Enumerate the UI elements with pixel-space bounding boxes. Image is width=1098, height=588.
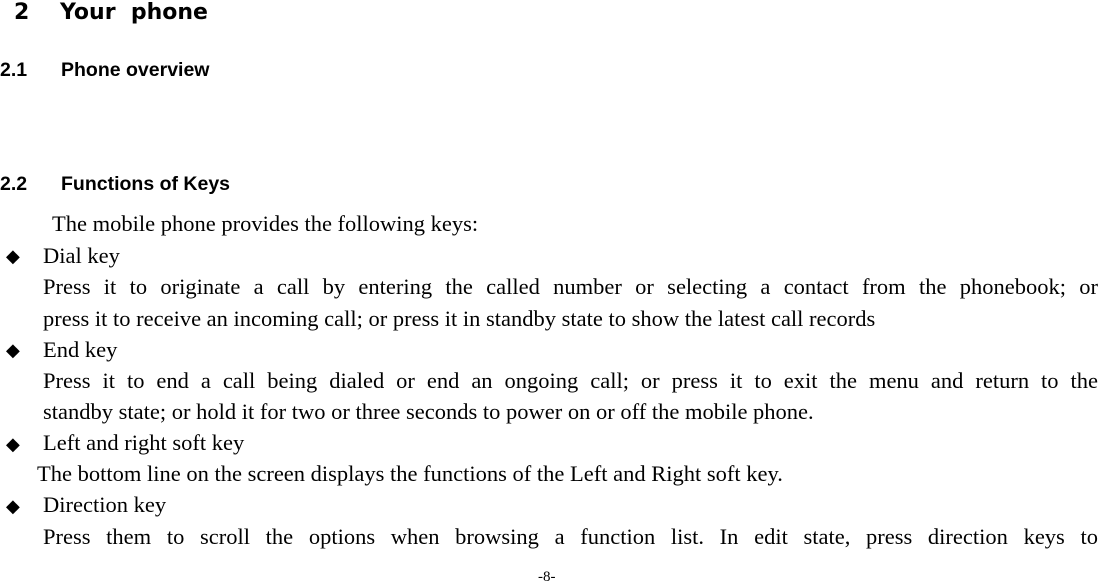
diamond-bullet-icon: ◆ [6,496,20,516]
chapter-number: 2 [14,0,30,25]
section-number: 2.1 [0,59,28,81]
key-description-line: press it to receive an incoming call; or… [43,306,876,331]
section-title: Functions of Keys [61,173,231,195]
diamond-bullet-icon: ◆ [6,246,20,266]
diamond-bullet-icon: ◆ [6,340,20,360]
diamond-bullet-icon: ◆ [6,434,20,454]
intro-paragraph: The mobile phone provides the following … [52,211,479,236]
section-heading-overview: 2.1 Phone overview [0,59,209,82]
key-label-dial: Dial key [43,243,120,268]
key-description-line: Press it to end a call being dialed or e… [43,368,1098,393]
key-label-end: End key [43,337,118,362]
key-description-line: Press it to originate a call by entering… [43,274,1098,299]
chapter-title: Your phone [60,0,208,25]
page-number: -8- [538,569,556,585]
key-label-direction: Direction key [43,492,167,517]
key-description-line: standby state; or hold it for two or thr… [43,399,814,424]
section-heading-keys: 2.2 Functions of Keys [0,173,230,196]
key-description-line: Press them to scroll the options when br… [43,524,1098,549]
key-label-soft: Left and right soft key [43,430,245,455]
section-number: 2.2 [0,173,28,195]
section-title: Phone overview [61,59,210,81]
chapter-heading: 2 Your phone [14,0,208,25]
key-description-line: The bottom line on the screen displays t… [37,461,783,486]
